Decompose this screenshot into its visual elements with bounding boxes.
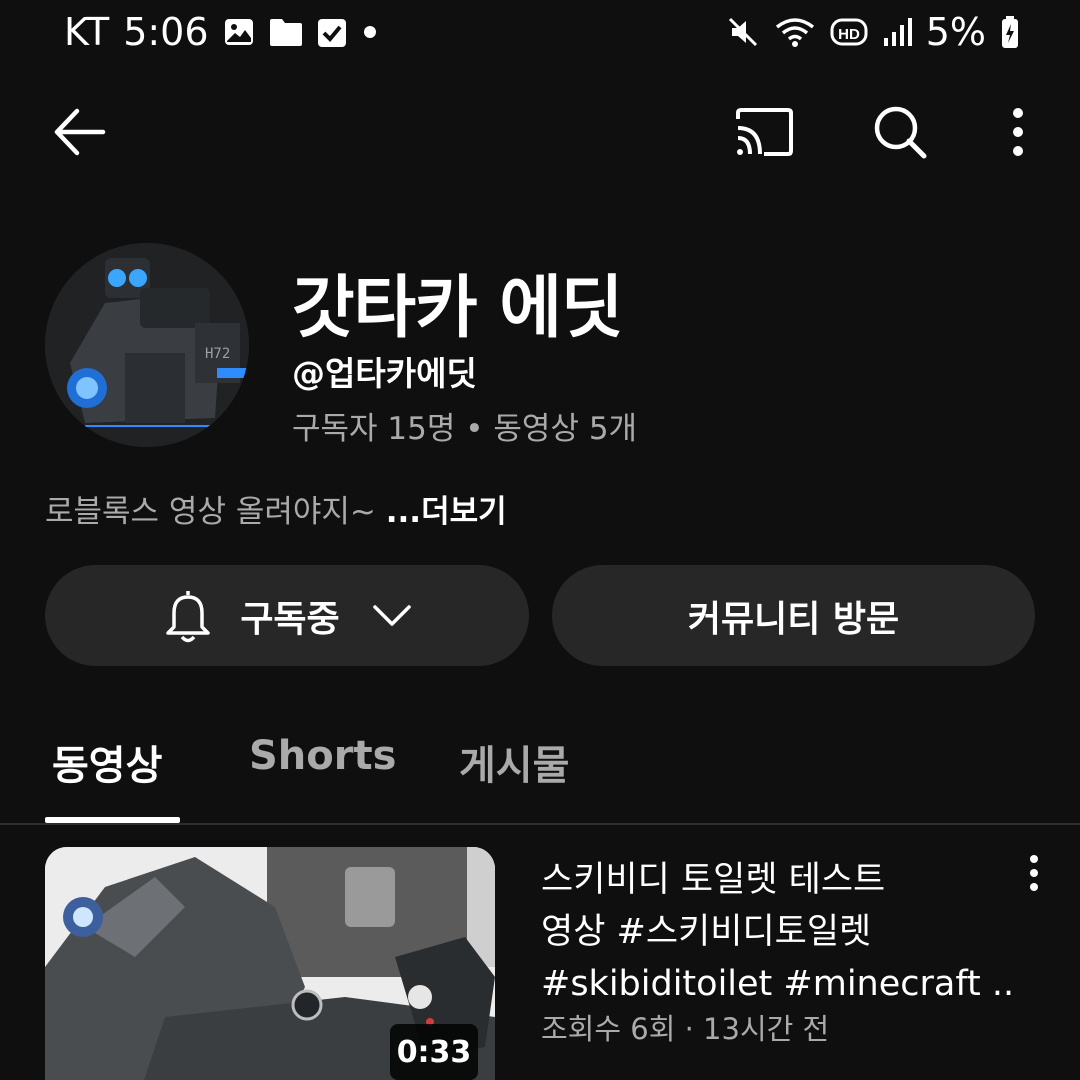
chevron-down-icon <box>372 604 411 626</box>
channel-name: 갓타카 에딧 <box>292 269 623 348</box>
more-link[interactable]: ...더보기 <box>386 494 507 530</box>
more-options-button[interactable] <box>976 90 1060 174</box>
subscribed-button[interactable]: 구독중 <box>45 565 529 666</box>
battery-icon <box>1002 16 1018 48</box>
status-bar: KT 5:06 HD 5% <box>0 0 1080 66</box>
video-title[interactable]: 스키비디 토일렛 테스트 영상 #스키비디토일렛 #skibiditoilet … <box>541 854 1011 1010</box>
mute-icon <box>728 17 757 47</box>
tab-shorts[interactable]: Shorts <box>249 733 396 779</box>
stats-separator: • <box>465 411 484 447</box>
video-title-line-2: 영상 #스키비디토일렛 <box>541 912 872 952</box>
video-metadata: 조회수 6회 · 13시간 전 <box>541 1012 830 1046</box>
battery-percent: 5% <box>925 10 986 54</box>
search-icon <box>874 106 927 159</box>
clock: 5:06 <box>123 10 209 54</box>
bell-icon <box>166 590 211 642</box>
search-button[interactable] <box>858 90 942 174</box>
signal-icon <box>883 18 912 46</box>
svg-text:H72: H72 <box>205 346 230 362</box>
top-app-bar <box>0 90 1080 174</box>
tab-videos[interactable]: 동영상 <box>52 733 162 791</box>
channel-description[interactable]: 로블록스 영상 올려야지~ ...더보기 <box>45 486 507 531</box>
subscriber-count: 구독자 15명 <box>292 411 456 447</box>
cast-button[interactable] <box>722 90 806 174</box>
channel-handle: @업타카에딧 <box>292 354 477 393</box>
video-count: 동영상 5개 <box>493 411 638 447</box>
channel-avatar[interactable]: H72 <box>45 243 249 447</box>
checkbox-icon <box>317 19 346 47</box>
visit-community-button[interactable]: 커뮤니티 방문 <box>552 565 1035 666</box>
wifi-icon <box>775 18 814 47</box>
image-icon <box>224 19 253 45</box>
back-button[interactable] <box>37 90 121 174</box>
video-more-button[interactable] <box>1012 848 1056 898</box>
tab-divider <box>0 823 1080 825</box>
subscribed-label: 구독중 <box>240 598 340 640</box>
folder-icon <box>269 19 302 46</box>
description-text: 로블록스 영상 올려야지~ <box>45 494 376 530</box>
community-label: 커뮤니티 방문 <box>687 598 900 640</box>
channel-stats: 구독자 15명 • 동영상 5개 <box>292 403 637 448</box>
carrier-label: KT <box>64 10 110 54</box>
cast-icon <box>736 108 793 156</box>
video-duration: 0:33 <box>390 1024 478 1080</box>
more-vertical-icon <box>1013 108 1023 156</box>
robot-avatar-image: H72 <box>45 243 249 447</box>
svg-text:HD: HD <box>838 26 860 43</box>
more-vertical-icon <box>1030 855 1038 891</box>
tab-posts[interactable]: 게시물 <box>459 733 569 791</box>
dot-icon <box>363 26 376 38</box>
hd-icon: HD <box>830 18 868 46</box>
back-arrow-icon <box>54 108 106 156</box>
channel-tabs: 동영상 Shorts 게시물 <box>0 715 1080 825</box>
video-title-line-3: #skibiditoilet #minecraft ... <box>541 964 1011 1004</box>
video-title-line-1: 스키비디 토일렛 테스트 <box>541 860 886 900</box>
